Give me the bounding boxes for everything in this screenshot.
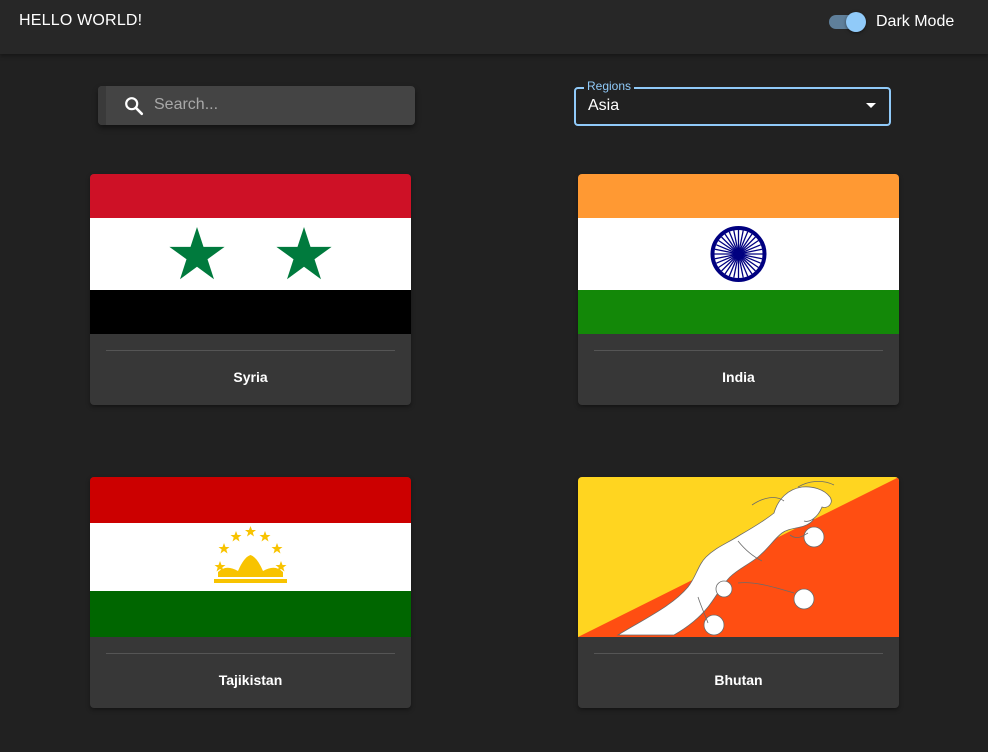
tajikistan-flag <box>90 477 411 637</box>
bhutan-flag <box>578 477 899 637</box>
india-flag <box>578 174 899 334</box>
country-name: Tajikistan <box>218 672 283 688</box>
country-card-bhutan[interactable]: Bhutan <box>578 477 899 708</box>
country-card-syria[interactable]: Syria <box>90 174 411 405</box>
regions-select-label: Regions <box>584 80 635 92</box>
app-bar: HELLO WORLD! Dark Mode <box>0 0 988 54</box>
search-box-edge <box>98 86 106 125</box>
card-divider <box>106 350 395 351</box>
search-icon <box>125 97 144 116</box>
country-name: Syria <box>233 369 268 385</box>
card-divider <box>594 653 883 654</box>
country-card-india[interactable]: India <box>578 174 899 405</box>
regions-select-value: Asia <box>588 97 620 114</box>
ashoka-chakra-icon <box>710 226 767 282</box>
app-title: HELLO WORLD! <box>19 12 143 29</box>
syria-flag <box>90 174 411 334</box>
country-card-tajikistan[interactable]: Tajikistan <box>90 477 411 708</box>
dropdown-caret-icon[interactable] <box>866 103 876 108</box>
country-name: Bhutan <box>714 672 763 688</box>
search-input[interactable] <box>154 94 404 116</box>
dark-mode-toggle[interactable] <box>828 12 868 32</box>
toggle-thumb <box>846 12 866 32</box>
card-divider <box>594 350 883 351</box>
country-name: India <box>722 369 755 385</box>
dark-mode-label: Dark Mode <box>876 13 955 30</box>
card-divider <box>106 653 395 654</box>
